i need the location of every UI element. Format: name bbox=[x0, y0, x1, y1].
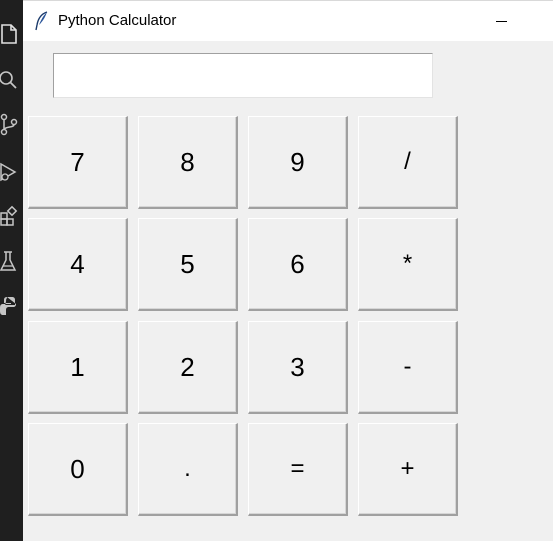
title-bar[interactable]: Python Calculator bbox=[23, 1, 553, 41]
run-debug-icon[interactable] bbox=[0, 160, 20, 182]
equals-button[interactable]: = bbox=[248, 423, 348, 516]
feather-icon bbox=[33, 11, 51, 31]
decimal-button[interactable]: . bbox=[138, 423, 238, 516]
add-button[interactable]: + bbox=[358, 423, 458, 516]
source-control-icon[interactable] bbox=[0, 113, 20, 136]
window-title: Python Calculator bbox=[58, 12, 177, 29]
multiply-button[interactable]: * bbox=[358, 218, 458, 311]
activity-bar bbox=[0, 0, 23, 541]
digit-3-button[interactable]: 3 bbox=[248, 321, 348, 414]
extensions-icon[interactable] bbox=[0, 205, 20, 227]
digit-0-button[interactable]: 0 bbox=[28, 423, 128, 516]
digit-7-button[interactable]: 7 bbox=[28, 116, 128, 209]
digit-4-button[interactable]: 4 bbox=[28, 218, 128, 311]
search-icon[interactable] bbox=[0, 68, 20, 90]
divide-button[interactable]: / bbox=[358, 116, 458, 209]
calculator-display[interactable] bbox=[53, 53, 433, 98]
digit-6-button[interactable]: 6 bbox=[248, 218, 348, 311]
digit-2-button[interactable]: 2 bbox=[138, 321, 238, 414]
digit-8-button[interactable]: 8 bbox=[138, 116, 238, 209]
subtract-button[interactable]: - bbox=[358, 321, 458, 414]
minimize-button[interactable] bbox=[479, 5, 523, 37]
explorer-icon[interactable] bbox=[0, 22, 20, 44]
digit-9-button[interactable]: 9 bbox=[248, 116, 348, 209]
calculator-window: Python Calculator 7 8 9/ 4 5 6 * 1 2 3- 0. = + bbox=[23, 0, 553, 541]
digit-1-button[interactable]: 1 bbox=[28, 321, 128, 414]
testing-icon[interactable] bbox=[0, 250, 20, 272]
screen: Python Calculator 7 8 9/ 4 5 6 * 1 2 3- 0. = + bbox=[0, 0, 553, 541]
digit-5-button[interactable]: 5 bbox=[138, 218, 238, 311]
minimize-icon bbox=[495, 20, 507, 22]
python-icon[interactable] bbox=[0, 296, 20, 318]
